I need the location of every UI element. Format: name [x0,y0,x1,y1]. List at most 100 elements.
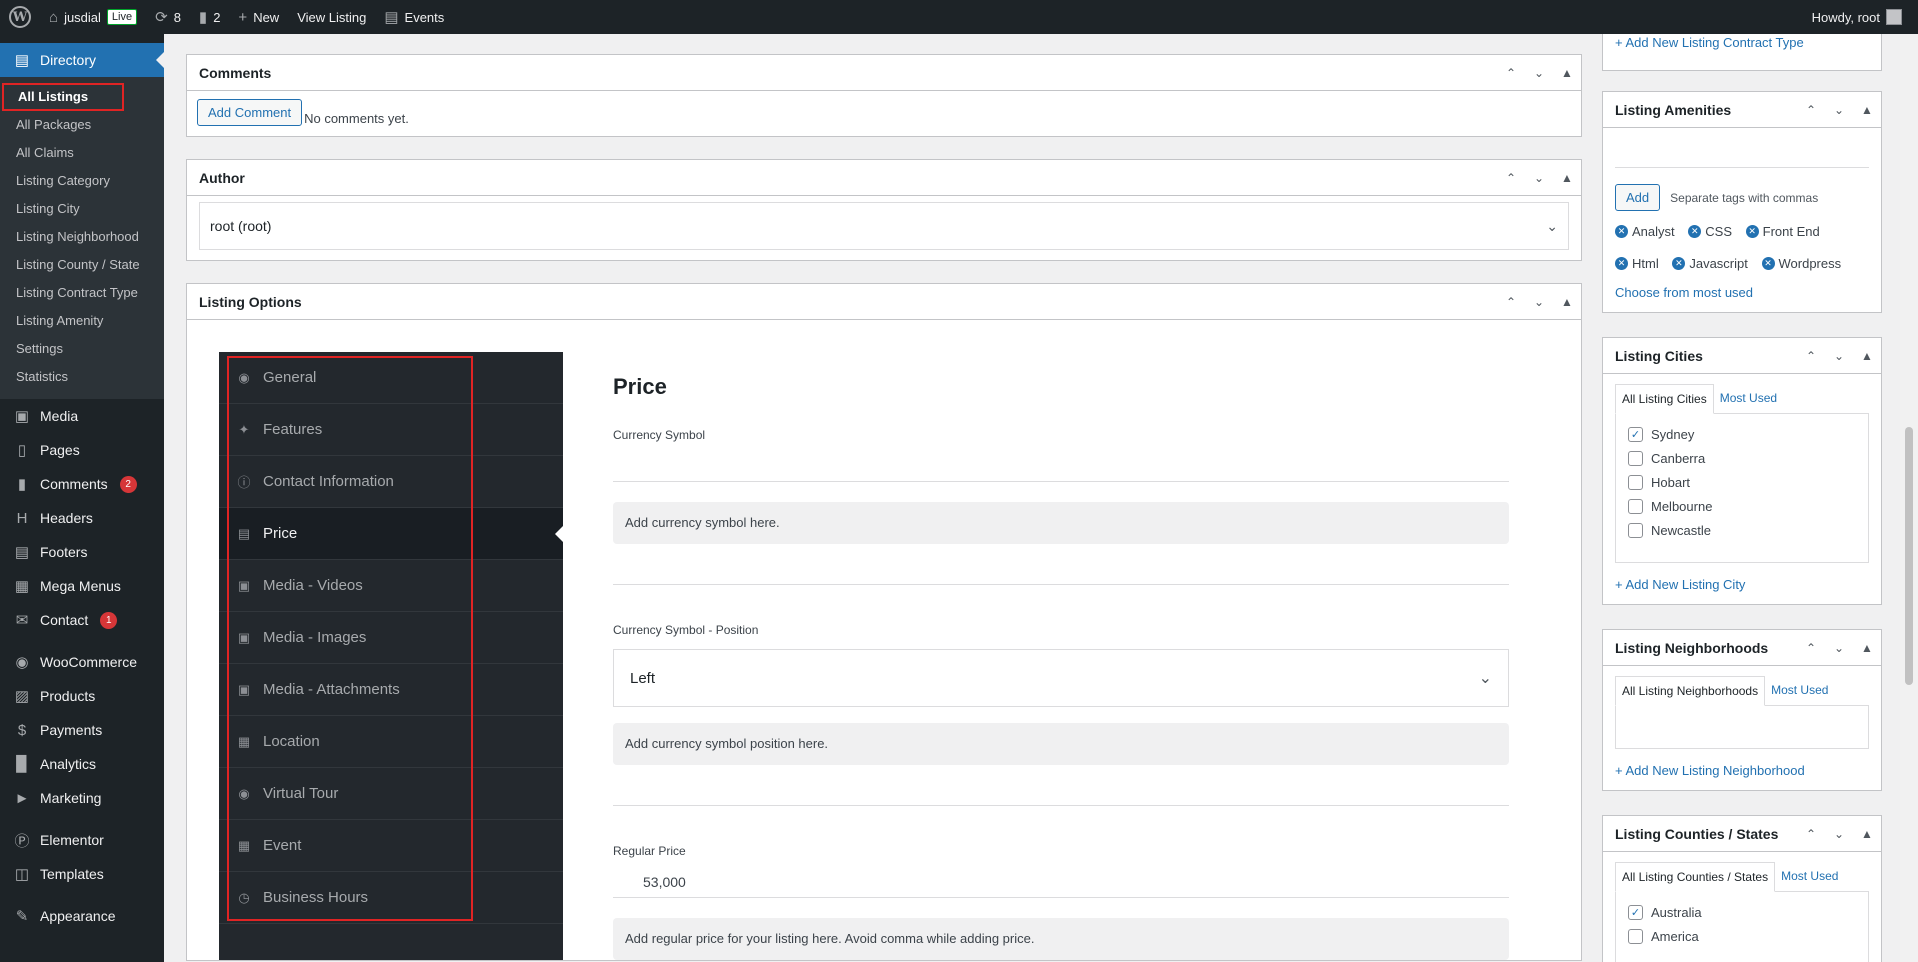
author-select[interactable]: root (root) ⌄ [199,202,1569,250]
checkbox[interactable] [1628,928,1643,944]
choose-most-used-link[interactable]: Choose from most used [1615,285,1753,300]
tab-all-cities[interactable]: All Listing Cities [1615,384,1714,414]
menu-templates[interactable]: ◫ Templates [0,857,164,891]
submenu-listing-county-state[interactable]: Listing County / State [0,251,164,279]
remove-tag-icon[interactable]: ✕ [1615,256,1628,270]
regular-price-input[interactable]: 53,000 [613,866,1509,898]
remove-tag-icon[interactable]: ✕ [1745,224,1759,238]
checkbox[interactable] [1628,498,1643,514]
position-select[interactable]: Left ⌄ [613,649,1509,707]
menu-headers[interactable]: H Headers [0,501,164,535]
move-down-icon[interactable]: ⌄ [1525,295,1553,309]
checkbox-checked[interactable]: ✓ [1628,426,1643,442]
site-name-link[interactable]: ⌂ jusdial Live [40,0,146,34]
menu-mega-menus[interactable]: ▦ Mega Menus [0,569,164,603]
updates-link[interactable]: ⟳ 8 [146,0,190,34]
add-neighborhood-link[interactable]: + Add New Listing Neighborhood [1615,763,1805,778]
submenu-listing-neighborhood[interactable]: Listing Neighborhood [0,223,164,251]
menu-media[interactable]: ▣ Media [0,399,164,433]
collapse-icon[interactable]: ▲ [1853,349,1881,363]
menu-pages[interactable]: ▯ Pages [0,433,164,467]
menu-analytics[interactable]: ▉ Analytics [0,747,164,781]
nav-virtual-tour[interactable]: ◉ Virtual Tour [219,768,563,820]
checkbox[interactable] [1628,450,1643,466]
tab-most-used-cities[interactable]: Most Used [1714,384,1783,414]
nav-general[interactable]: ◉ General [219,352,563,404]
submenu-listing-category[interactable]: Listing Category [0,167,164,195]
collapse-icon[interactable]: ▲ [1553,295,1581,309]
move-down-icon[interactable]: ⌄ [1825,641,1853,655]
menu-payments[interactable]: $ Payments [0,713,164,747]
county-item[interactable]: ✓ Australia [1628,900,1856,924]
events-link[interactable]: ▤ Events [375,0,453,34]
menu-footers[interactable]: ▤ Footers [0,535,164,569]
collapse-icon[interactable]: ▲ [1553,66,1581,80]
move-up-icon[interactable]: ⌃ [1797,641,1825,655]
submenu-all-packages[interactable]: All Packages [0,111,164,139]
tab-most-used-neighborhoods[interactable]: Most Used [1765,676,1834,706]
nav-location[interactable]: ▦ Location [219,716,563,768]
move-down-icon[interactable]: ⌄ [1825,349,1853,363]
comments-link[interactable]: ▮ 2 [190,0,230,34]
move-up-icon[interactable]: ⌃ [1497,295,1525,309]
nav-event[interactable]: ▦ Event [219,820,563,872]
remove-tag-icon[interactable]: ✕ [1761,256,1775,270]
city-item[interactable]: Newcastle [1628,518,1856,542]
submenu-all-listings[interactable]: All Listings [2,83,124,111]
menu-comments[interactable]: ▮ Comments 2 [0,467,164,501]
menu-products[interactable]: ▨ Products [0,679,164,713]
amenities-tag-input[interactable] [1615,138,1869,168]
add-comment-button[interactable]: Add Comment [197,99,303,126]
move-down-icon[interactable]: ⌄ [1825,827,1853,841]
remove-tag-icon[interactable]: ✕ [1688,224,1702,238]
checkbox[interactable] [1628,522,1643,538]
menu-contact[interactable]: ✉ Contact 1 [0,603,164,637]
collapse-icon[interactable]: ▲ [1853,103,1881,117]
move-down-icon[interactable]: ⌄ [1825,103,1853,117]
city-item[interactable]: Hobart [1628,470,1856,494]
wp-logo-menu[interactable]: W [0,0,40,34]
move-up-icon[interactable]: ⌃ [1497,66,1525,80]
page-scrollbar[interactable] [1900,34,1918,962]
collapse-icon[interactable]: ▲ [1553,171,1581,185]
checkbox-checked[interactable]: ✓ [1628,904,1643,920]
city-item[interactable]: Canberra [1628,446,1856,470]
submenu-settings[interactable]: Settings [0,335,164,363]
submenu-listing-amenity[interactable]: Listing Amenity [0,307,164,335]
nav-media-attachments[interactable]: ▣ Media - Attachments [219,664,563,716]
tab-most-used-counties[interactable]: Most Used [1775,862,1844,892]
add-tag-button[interactable]: Add [1615,184,1661,211]
submenu-statistics[interactable]: Statistics [0,363,164,391]
new-content-link[interactable]: + New [229,0,288,34]
submenu-listing-contract-type[interactable]: Listing Contract Type [0,279,164,307]
add-contract-type-link[interactable]: + Add New Listing Contract Type [1615,35,1804,50]
nav-features[interactable]: ✦ Features [219,404,563,456]
submenu-all-claims[interactable]: All Claims [0,139,164,167]
add-city-link[interactable]: + Add New Listing City [1615,577,1745,592]
menu-marketing[interactable]: ► Marketing [0,781,164,815]
move-up-icon[interactable]: ⌃ [1497,171,1525,185]
city-item[interactable]: ✓ Sydney [1628,422,1856,446]
nav-media-images[interactable]: ▣ Media - Images [219,612,563,664]
tab-all-neighborhoods[interactable]: All Listing Neighborhoods [1615,676,1766,706]
currency-symbol-input[interactable] [613,450,1509,482]
checkbox[interactable] [1628,474,1643,490]
scrollbar-thumb[interactable] [1905,427,1913,685]
tab-all-counties[interactable]: All Listing Counties / States [1615,862,1776,892]
collapse-icon[interactable]: ▲ [1853,641,1881,655]
nav-contact-information[interactable]: ⓘ Contact Information [219,456,563,508]
move-down-icon[interactable]: ⌄ [1525,66,1553,80]
move-up-icon[interactable]: ⌃ [1797,349,1825,363]
nav-business-hours[interactable]: ◷ Business Hours [219,872,563,924]
move-down-icon[interactable]: ⌄ [1525,171,1553,185]
menu-woocommerce[interactable]: ◉ WooCommerce [0,645,164,679]
my-account-link[interactable]: Howdy, root [1812,9,1918,25]
remove-tag-icon[interactable]: ✕ [1615,224,1628,238]
submenu-listing-city[interactable]: Listing City [0,195,164,223]
collapse-icon[interactable]: ▲ [1853,827,1881,841]
remove-tag-icon[interactable]: ✕ [1672,256,1686,270]
menu-directory[interactable]: ▤ Directory [0,43,164,77]
move-up-icon[interactable]: ⌃ [1797,827,1825,841]
menu-elementor[interactable]: Ⓟ Elementor [0,823,164,857]
city-item[interactable]: Melbourne [1628,494,1856,518]
